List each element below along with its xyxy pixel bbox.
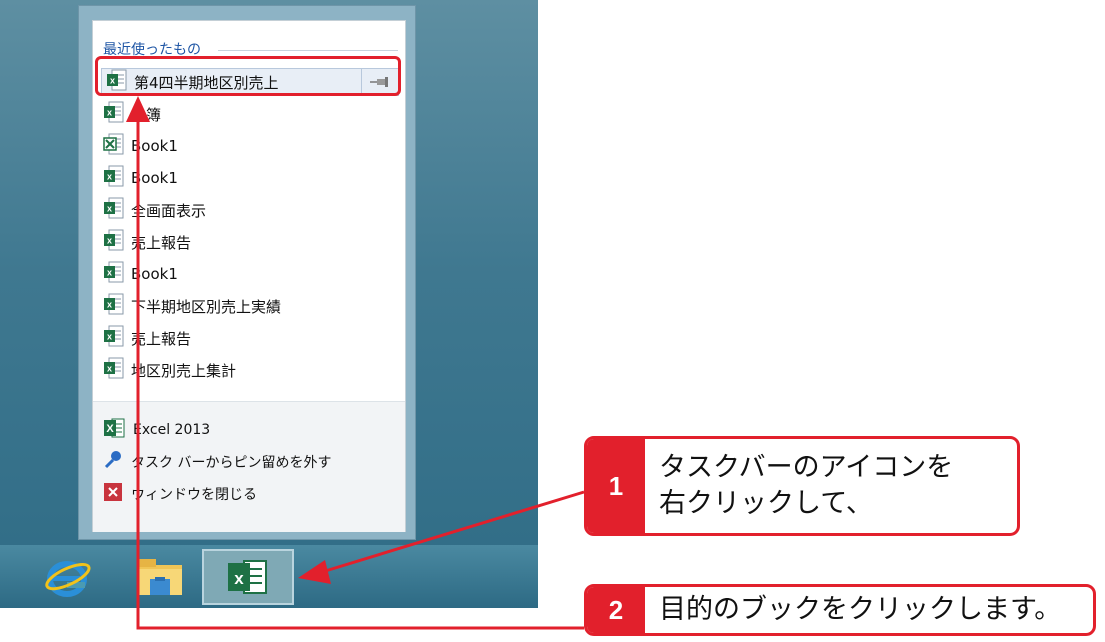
step-number: 1	[587, 439, 645, 533]
callout-step-1: 1 タスクバーのアイコンを 右クリックして、	[584, 436, 1020, 536]
callout-text-line: 右クリックして、	[659, 488, 873, 519]
callout-text: 目的のブックをクリックします。	[659, 587, 1061, 633]
callout-text: タスクバーのアイコンを 右クリックして、	[659, 439, 953, 533]
callout-step-2: 2 目的のブックをクリックします。	[584, 584, 1096, 636]
annotation-arrows	[126, 96, 585, 630]
callout-text-line: タスクバーのアイコンを	[659, 452, 954, 483]
callout-text-line: 目的のブックをクリックします。	[659, 594, 1062, 625]
step-number: 2	[587, 587, 645, 633]
